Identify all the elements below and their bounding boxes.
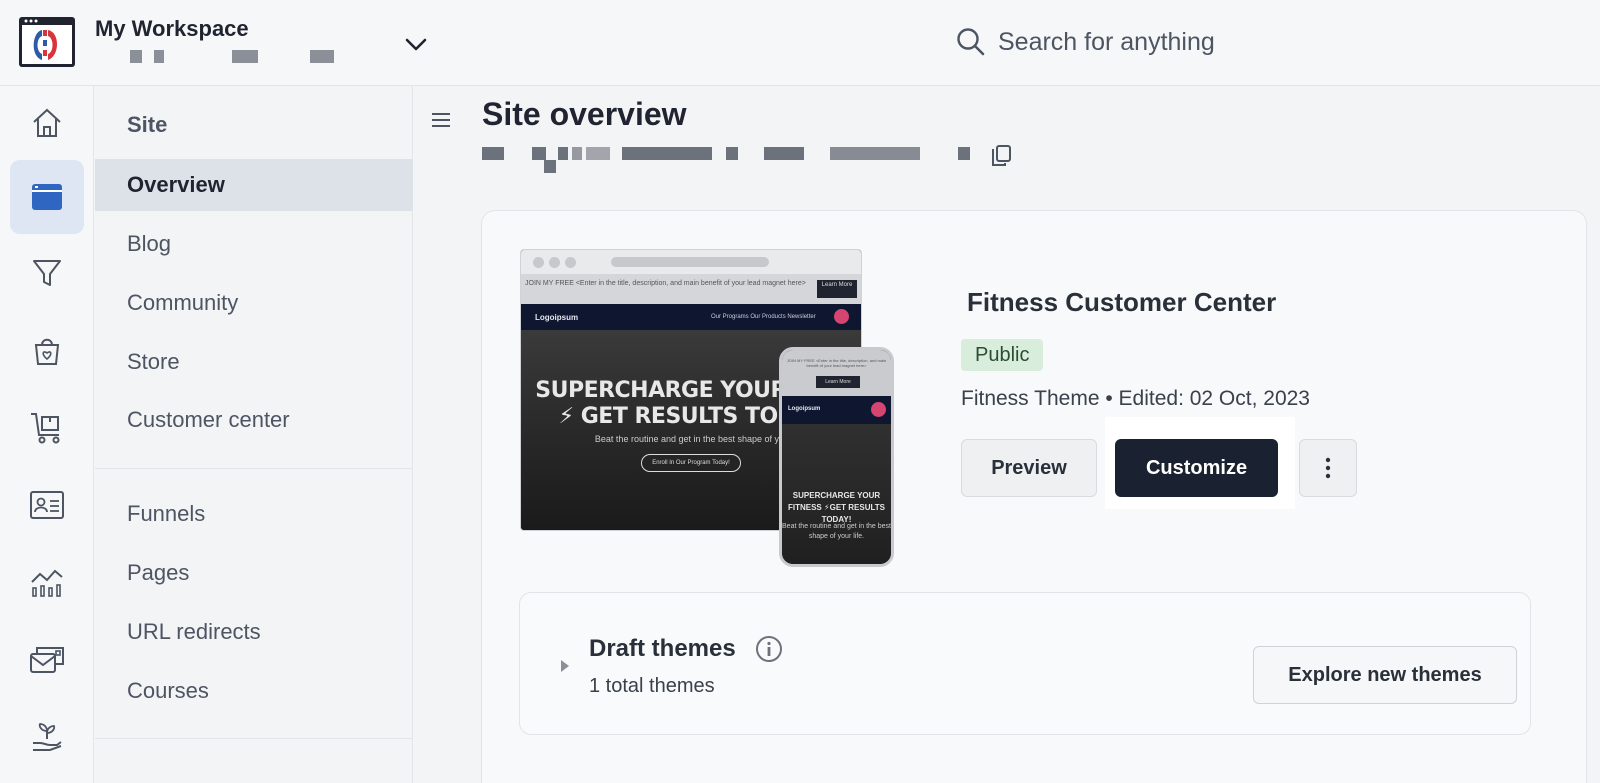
- customize-button[interactable]: Customize: [1115, 439, 1278, 497]
- sidebar-item-funnels[interactable]: Funnels: [95, 488, 413, 540]
- site-sidebar: Site Overview Blog Community Store Custo…: [95, 86, 413, 783]
- search-input[interactable]: Search for anything: [998, 28, 1215, 57]
- top-bar: My Workspace Search for anything: [0, 0, 1600, 86]
- analytics-icon: [31, 569, 63, 597]
- phone-hero-title: SUPERCHARGE YOUR FITNESS ⚡GET RESULTS TO…: [787, 491, 886, 524]
- phone-hero-subtitle: Beat the routine and get in the best sha…: [782, 523, 891, 540]
- status-badge: Public: [961, 339, 1044, 371]
- site-card: JOIN MY FREE <Enter in the title, descri…: [481, 210, 1587, 783]
- draft-themes-count: 1 total themes: [589, 675, 715, 697]
- sidebar-item-store[interactable]: Store: [95, 336, 413, 388]
- workspace-subtitle-redacted: [130, 50, 350, 64]
- app-logo-icon[interactable]: [18, 16, 76, 68]
- icon-rail: [0, 86, 94, 783]
- sidebar-item-blog[interactable]: Blog: [95, 218, 413, 270]
- site-title: Fitness Customer Center: [967, 287, 1277, 317]
- site-meta: Fitness Theme • Edited: 02 Oct, 2023: [961, 387, 1310, 410]
- more-vertical-icon: [1325, 457, 1331, 479]
- thumbnail-avatar: [834, 309, 849, 324]
- preview-button[interactable]: Preview: [961, 439, 1097, 497]
- search-bar[interactable]: Search for anything: [956, 24, 1215, 60]
- info-icon[interactable]: [755, 635, 783, 663]
- browser-chrome: [521, 250, 861, 274]
- thumbnail-nav-links: Our Programs Our Products Newsletter: [711, 314, 816, 320]
- search-icon: [957, 28, 985, 56]
- rail-home[interactable]: [10, 86, 84, 160]
- caret-right-icon[interactable]: [560, 659, 570, 673]
- store-bag-icon: [34, 338, 60, 365]
- rail-cart[interactable]: [10, 391, 84, 465]
- thumbnail-banner: JOIN MY FREE <Enter in the title, descri…: [521, 274, 861, 304]
- thumbnail-brand: Logoipsum: [535, 313, 579, 322]
- draft-themes-panel: Draft themes 1 total themes Explore new …: [519, 592, 1531, 735]
- sidebar-item-url-redirects[interactable]: URL redirects: [95, 606, 413, 658]
- thumbnail-banner-text: JOIN MY FREE <Enter in the title, descri…: [525, 280, 806, 287]
- more-options-button[interactable]: [1299, 439, 1357, 497]
- workspace-name[interactable]: My Workspace: [95, 16, 249, 42]
- rail-contacts[interactable]: [10, 468, 84, 542]
- sidebar-divider: [95, 468, 413, 469]
- sidebar-item-overview[interactable]: Overview: [95, 159, 413, 211]
- sidebar-item-community[interactable]: Community: [95, 277, 413, 329]
- sidebar-item-pages[interactable]: Pages: [95, 547, 413, 599]
- site-url-redacted: [482, 146, 1042, 176]
- rail-store[interactable]: [10, 314, 84, 388]
- rail-site[interactable]: [10, 160, 84, 234]
- rail-email[interactable]: [10, 623, 84, 697]
- draft-themes-title[interactable]: Draft themes: [589, 635, 736, 663]
- theme-mobile-thumbnail: JOIN MY FREE <Enter in the title, descri…: [779, 347, 894, 567]
- copy-icon[interactable]: [990, 144, 1012, 168]
- phone-banner-text: JOIN MY FREE <Enter in the title, descri…: [786, 358, 887, 368]
- page-title: Site overview: [482, 96, 687, 132]
- thumbnail-hero-cta: Enroll In Our Program Today!: [641, 454, 741, 472]
- cart-icon: [31, 413, 60, 444]
- phone-learn-more: Learn More: [816, 376, 860, 388]
- rail-analytics[interactable]: [10, 546, 84, 620]
- rail-funnels[interactable]: [10, 236, 84, 310]
- sidebar-section-title: Site: [127, 112, 168, 137]
- hamburger-menu-icon[interactable]: [430, 110, 452, 130]
- main-content: Site overview JOIN MY FREE <Enter in the…: [414, 86, 1600, 783]
- funnel-icon: [33, 260, 61, 286]
- explore-new-themes-button[interactable]: Explore new themes: [1253, 646, 1517, 704]
- sidebar-item-customer-center[interactable]: Customer center: [95, 394, 413, 446]
- home-icon: [33, 108, 61, 137]
- contact-card-icon: [30, 491, 64, 519]
- phone-brand: Logoipsum: [788, 406, 821, 412]
- sidebar-divider: [95, 738, 413, 739]
- plant-hand-icon: [33, 723, 62, 751]
- rail-growth[interactable]: [10, 700, 84, 774]
- phone-nav: Logoipsum: [782, 396, 891, 424]
- phone-avatar: [871, 402, 886, 417]
- phone-banner: JOIN MY FREE <Enter in the title, descri…: [782, 350, 891, 396]
- sidebar-item-courses[interactable]: Courses: [95, 665, 413, 717]
- browser-window-icon: [32, 184, 62, 210]
- chevron-down-icon[interactable]: [404, 34, 428, 54]
- mail-card-icon: [30, 647, 64, 673]
- thumbnail-learn-more: Learn More: [817, 280, 857, 298]
- phone-hero: SUPERCHARGE YOUR FITNESS ⚡GET RESULTS TO…: [782, 424, 891, 564]
- thumbnail-nav: Logoipsum Our Programs Our Products News…: [521, 304, 861, 330]
